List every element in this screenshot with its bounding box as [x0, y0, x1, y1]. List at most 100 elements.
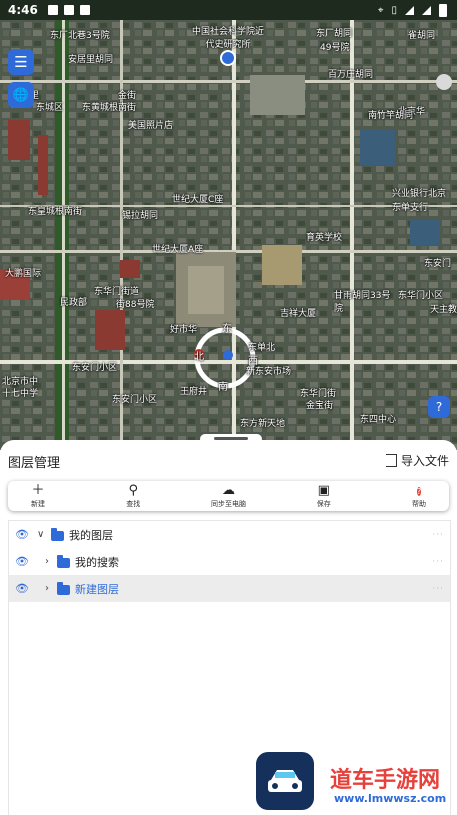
question-icon: ?	[435, 400, 443, 414]
notification-icon	[47, 5, 58, 15]
compass-west-label: 西	[248, 356, 258, 367]
layers-list-button[interactable]: ☰	[8, 49, 34, 75]
layer-toolbar: ＋ 新建 ⚲ 查找 ☁ 同步至电脑 ▣ 保存 ? 帮助	[8, 481, 449, 511]
tool-label: 帮助	[412, 499, 426, 508]
map-label: 东安门	[424, 259, 452, 269]
sync-cloud-icon: ☁	[222, 482, 235, 498]
map-label: 东方新天地	[240, 419, 286, 429]
help-icon: ?	[416, 486, 422, 496]
save-icon: ▣	[317, 482, 330, 498]
help-button[interactable]: ? 帮助	[389, 484, 449, 509]
map-label: 街88号院	[116, 300, 155, 310]
map-label: 东皇城根南街	[28, 207, 83, 217]
import-file-button[interactable]: 导入文件	[385, 452, 449, 469]
map-label: 世纪大厦C座	[172, 195, 224, 205]
folder-icon	[57, 582, 70, 595]
chevron-down-icon[interactable]: ∨	[37, 529, 44, 540]
map-label: 好市华	[170, 325, 198, 335]
map-label: 锡拉胡同	[122, 211, 159, 221]
tree-label: 我的图层	[69, 528, 113, 542]
map-label: 雀胡同	[408, 31, 436, 41]
map-label: 育英学校	[306, 233, 343, 243]
panel-title: 图层管理	[8, 456, 61, 471]
map-label: 东华门小区	[398, 291, 444, 301]
chevron-right-icon[interactable]: ›	[45, 556, 49, 567]
map-label: 大鹏国际	[5, 269, 42, 279]
vibrate-icon: ▯	[391, 4, 397, 16]
visibility-eye-icon[interactable]: 👁	[15, 555, 29, 568]
map-label: 东城区	[36, 103, 64, 113]
map-label: 金宝街	[306, 401, 334, 411]
map-label: 十七中学	[2, 389, 39, 399]
battery-icon	[439, 3, 447, 17]
more-icon[interactable]: ···	[432, 584, 444, 594]
map-label: 兴业银行北京	[392, 189, 447, 199]
watermark-logo	[256, 752, 314, 810]
tree-label: 我的搜索	[75, 555, 119, 569]
tree-row-my-search[interactable]: 👁 › 我的搜索 ···	[9, 548, 450, 575]
map-label: 南竹竿胡同	[368, 111, 414, 121]
tree-row-new-layer[interactable]: 👁 › 新建图层 ···	[9, 575, 450, 602]
chevron-right-icon[interactable]: ›	[45, 583, 49, 594]
map-label: 东安门小区	[112, 395, 158, 405]
plus-icon: ＋	[31, 482, 45, 498]
map-label: 世纪大厦A座	[152, 245, 204, 255]
compass-east-label: 东	[222, 324, 232, 335]
map-label: 东单支行	[392, 203, 429, 213]
compass-north-label: 北	[194, 352, 204, 363]
map-label: 49号院	[320, 43, 350, 53]
watermark-url: www.lmwwsz.com	[334, 792, 447, 805]
folder-icon	[57, 555, 70, 568]
import-icon	[385, 454, 397, 467]
map-label: 王府井	[180, 387, 208, 397]
wifi-icon	[405, 5, 414, 15]
map-label: 东四中心	[360, 415, 397, 425]
notification-icon	[79, 5, 90, 15]
drag-handle[interactable]	[200, 434, 262, 444]
tool-label: 查找	[126, 499, 141, 508]
tool-label: 同步至电脑	[211, 499, 246, 508]
map-help-button[interactable]: ?	[428, 396, 450, 418]
status-bar: 4:46 ⌖ ▯	[0, 0, 457, 20]
status-time: 4:46	[8, 3, 38, 17]
globe-button[interactable]: 🌐	[8, 82, 34, 108]
search-icon: ⚲	[128, 482, 139, 498]
more-icon[interactable]: ···	[432, 557, 444, 567]
map-label: 美国照片店	[128, 121, 174, 131]
compass-south-label: 南	[218, 382, 228, 393]
tool-label: 新建	[31, 499, 45, 508]
map-label: 东华门街道	[94, 287, 140, 297]
satellite-map[interactable]: 东厂北巷3号院 中国社会科学院近代史研究所 东厂胡同 雀胡同 安居里胡同 49号…	[0, 20, 457, 450]
map-label: 天主教堂	[430, 305, 457, 315]
search-button[interactable]: ⚲ 查找	[103, 484, 163, 509]
map-label: 安居里胡同	[68, 55, 114, 65]
globe-icon: 🌐	[12, 87, 30, 103]
visibility-eye-icon[interactable]: 👁	[15, 582, 29, 595]
folder-icon	[51, 528, 64, 541]
notification-icon	[63, 5, 74, 15]
map-label: 东厂北巷3号院	[50, 31, 110, 41]
map-imagery	[0, 20, 457, 450]
layer-management-panel: 图层管理 导入文件 ＋ 新建 ⚲ 查找 ☁ 同步至电脑 ▣ 保存 ? 帮助 👁 …	[0, 434, 457, 815]
sync-to-computer-button[interactable]: ☁ 同步至电脑	[199, 484, 259, 509]
save-button[interactable]: ▣ 保存	[294, 484, 354, 509]
map-label: 东安门小区	[72, 363, 118, 373]
visibility-eye-icon[interactable]: 👁	[15, 528, 29, 541]
map-label: 百万庄胡同	[328, 70, 374, 80]
tool-label: 保存	[316, 499, 331, 508]
map-label: 甘雨胡同33号院	[334, 291, 391, 314]
watermark-name: 道车手游网	[330, 768, 441, 793]
new-button[interactable]: ＋ 新建	[8, 484, 68, 509]
location-icon: ⌖	[377, 4, 384, 16]
tree-row-my-layers[interactable]: 👁 ∨ 我的图层 ···	[9, 521, 450, 548]
car-icon	[268, 770, 302, 792]
more-icon[interactable]: ···	[432, 530, 444, 540]
map-label: 民政部	[60, 298, 88, 308]
map-label: 吉祥大厦	[280, 309, 317, 319]
import-file-label: 导入文件	[400, 454, 449, 468]
map-label: 东厂胡同	[316, 29, 353, 39]
tree-label: 新建图层	[75, 582, 119, 596]
map-label: 中国社会科学院近代史研究所	[191, 27, 264, 50]
map-label: 东黄城根南街	[82, 103, 137, 113]
map-label: 金街	[118, 91, 137, 101]
